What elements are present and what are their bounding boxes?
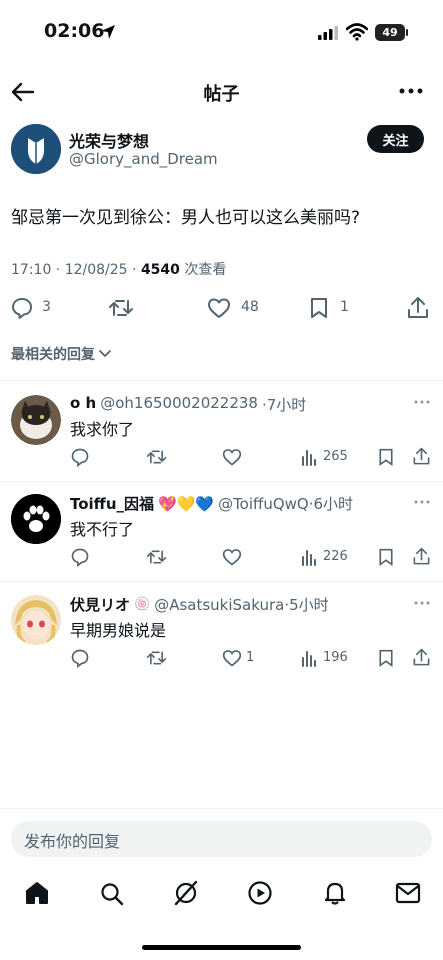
reply-header: Toiffu_因福 💖💛💙 @ToiffuQwQ ·6小时 [70, 493, 353, 514]
bookmark-icon[interactable] [308, 296, 330, 320]
views-icon[interactable] [300, 447, 318, 467]
reply-avatar-cat[interactable] [11, 395, 61, 445]
name-emoji-hearts: 💖💛💙 [158, 494, 215, 513]
bookmark-icon[interactable] [377, 648, 395, 668]
reply-more-icon[interactable] [414, 500, 430, 504]
reply-author-name[interactable]: o h [70, 394, 96, 415]
reply-count: 3 [42, 299, 51, 315]
like-count: 48 [241, 299, 259, 315]
reply-more-icon[interactable] [414, 601, 430, 605]
like-icon[interactable] [222, 547, 242, 567]
reply-time: ·7小时 [261, 396, 307, 414]
reply-text: 早期男娘说是 [70, 621, 167, 640]
bookmark-icon[interactable] [377, 547, 395, 567]
views-icon[interactable] [300, 547, 318, 567]
wifi-icon [346, 23, 368, 41]
location-arrow-icon [100, 24, 116, 40]
reply-avatar-anime[interactable] [11, 595, 61, 645]
reply-avatar-paw[interactable] [11, 494, 61, 544]
reply-text: 我不行了 [70, 520, 135, 539]
home-icon[interactable] [24, 880, 50, 906]
battery-indicator: 49 [375, 24, 405, 41]
share-icon[interactable] [412, 647, 431, 668]
author-avatar[interactable] [11, 124, 61, 174]
battery-nub [406, 29, 408, 36]
reply-view-count: 196 [323, 650, 348, 665]
reply-sort-label: 最相关的回复 [11, 347, 95, 363]
reply-icon[interactable] [70, 447, 90, 467]
follow-button[interactable]: 关注 [367, 125, 424, 153]
name-emoji-badge: 🍥 [134, 597, 151, 612]
share-icon[interactable] [406, 295, 430, 321]
reply-icon[interactable] [70, 648, 90, 668]
reply-author-name[interactable]: 伏見リオ [70, 594, 130, 615]
reply-icon[interactable] [10, 296, 34, 320]
share-icon[interactable] [412, 546, 431, 567]
reply-author-name[interactable]: Toiffu_因福 [70, 493, 154, 514]
bookmark-count: 1 [340, 299, 349, 315]
reply-view-count: 226 [323, 549, 348, 564]
messages-envelope-icon[interactable] [395, 881, 421, 905]
reply-text: 我求你了 [70, 420, 135, 439]
author-name[interactable]: 光荣与梦想 [69, 128, 149, 152]
bookmark-icon[interactable] [377, 447, 395, 467]
retweet-icon[interactable] [108, 296, 134, 320]
reply-header: o h @oh1650002022238 ·7小时 [70, 394, 306, 415]
cellular-signal-icon [318, 26, 340, 40]
divider [0, 481, 443, 482]
like-icon[interactable] [222, 447, 242, 467]
like-icon[interactable] [207, 296, 231, 320]
share-icon[interactable] [412, 446, 431, 467]
search-icon[interactable] [99, 881, 125, 907]
reply-composer-placeholder: 发布你的回复 [24, 832, 121, 851]
post-timestamp: 17:10 · 12/08/25 · [11, 262, 141, 278]
reply-sort-dropdown[interactable]: 最相关的回复 [11, 344, 112, 364]
reply-time: ·6小时 [308, 495, 354, 513]
reply-icon[interactable] [70, 547, 90, 567]
divider [0, 808, 443, 809]
page-title: 帖子 [203, 84, 240, 105]
post-view-count: 4540 [140, 262, 180, 278]
reply-author-handle[interactable]: @oh1650002022238 [100, 394, 258, 415]
views-icon[interactable] [300, 648, 318, 668]
retweet-icon[interactable] [146, 447, 167, 467]
play-video-icon[interactable] [247, 880, 273, 906]
back-arrow-icon[interactable] [10, 80, 36, 104]
post-meta: 17:10 · 12/08/25 · 4540 次查看 [11, 259, 226, 279]
retweet-icon[interactable] [146, 648, 167, 668]
reply-header: 伏見リオ 🍥 @AsatsukiSakura ·5小时 [70, 594, 329, 615]
divider [0, 581, 443, 582]
home-indicator [142, 945, 301, 950]
author-handle[interactable]: @Glory_and_Dream [69, 150, 218, 168]
status-time: 02:06 [44, 20, 105, 42]
reply-like-count: 1 [246, 650, 255, 665]
post-text: 邹忌第一次见到徐公：男人也可以这么美丽吗? [11, 208, 361, 228]
reply-time: ·5小时 [284, 596, 329, 614]
grok-icon[interactable] [172, 879, 200, 907]
like-icon[interactable] [222, 648, 242, 668]
divider [0, 380, 443, 381]
reply-more-icon[interactable] [414, 400, 430, 404]
reply-author-handle[interactable]: @ToiffuQwQ [218, 495, 309, 513]
notifications-bell-icon[interactable] [322, 880, 348, 906]
chevron-down-icon [98, 349, 112, 359]
reply-author-handle[interactable]: @AsatsukiSakura [154, 596, 284, 614]
reply-view-count: 265 [323, 449, 348, 464]
more-options-icon[interactable] [399, 87, 423, 95]
retweet-icon[interactable] [146, 547, 167, 567]
post-views-label: 次查看 [179, 262, 227, 278]
